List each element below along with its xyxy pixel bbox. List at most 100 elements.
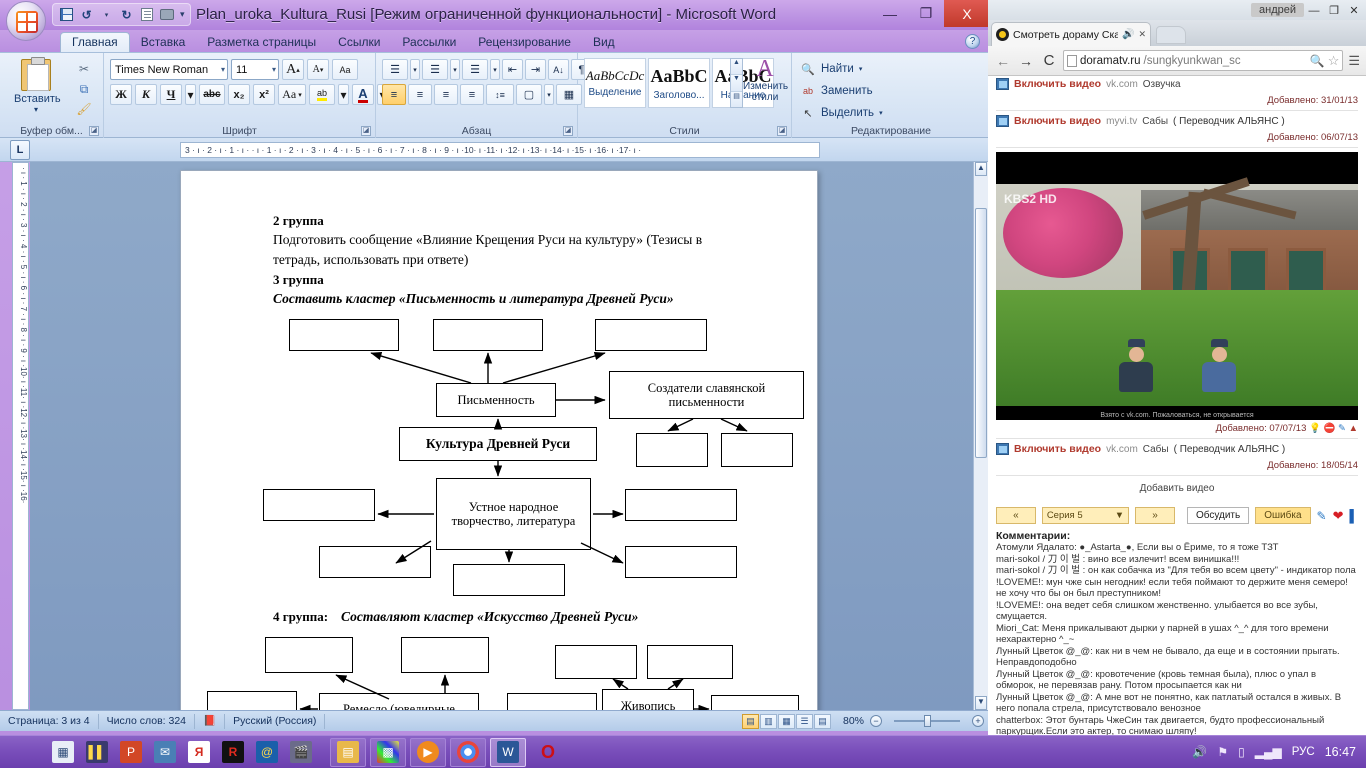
cluster-node-remeslo[interactable]: Ремесло (ювелирные [319,693,479,710]
tab-stop-selector[interactable]: L [10,140,30,160]
chevron-down-icon[interactable]: ▾ [298,91,302,99]
cluster-node-folklore[interactable]: Устное народное творчество, литература [436,478,591,550]
align-center-button[interactable]: ≡ [408,84,432,105]
replace-button[interactable]: ab Заменить [800,83,873,99]
change-case-button[interactable]: Aa ▾ [278,84,306,105]
start-button[interactable] [0,736,30,768]
shading-caret-icon[interactable]: ▾ [544,84,554,105]
bullets-button[interactable]: ☰ [382,59,408,80]
video-row[interactable]: Включить видео vk.com Сабы ( Переводчик … [988,439,1366,459]
reader-icon[interactable]: R [222,741,244,763]
restore-button[interactable]: ❐ [908,0,944,27]
grow-font-button[interactable]: A ▴ [282,59,304,80]
battery-icon[interactable]: ▯ [1238,745,1245,759]
language-indicator[interactable]: РУС [1292,746,1315,758]
save-button[interactable] [58,6,75,23]
tab-home[interactable]: Главная [60,32,130,52]
help-icon[interactable]: ? [965,34,980,49]
browser-close-button[interactable]: ✕ [1344,0,1364,22]
scrollbar-thumb[interactable] [975,208,987,458]
cluster-empty-box[interactable] [401,637,489,673]
zoom-slider[interactable] [882,714,972,728]
cluster-empty-box[interactable] [555,645,637,679]
undo-button[interactable]: ↺ [78,6,95,23]
styles-expand-icon[interactable]: ▤ [731,91,742,107]
video-row[interactable]: Включить видео myvi.tv Сабы ( Переводчик… [988,111,1366,131]
status-language[interactable]: Русский (Россия) [225,713,326,729]
document-page[interactable]: 2 группа Подготовить сообщение «Влияние … [180,170,818,710]
error-button[interactable]: Ошибка [1255,507,1311,524]
zoom-out-button[interactable]: − [870,715,882,727]
shrink-font-button[interactable]: A ▾ [307,59,329,80]
zoom-level[interactable]: 80% [837,715,870,727]
upload-icon[interactable]: ▲ [1349,423,1358,434]
tab-references[interactable]: Ссылки [327,33,391,52]
document-scrollbar[interactable]: ▲ ▼ [973,162,988,710]
cluster-empty-box[interactable] [433,319,543,351]
bullets-caret-icon[interactable]: ▾ [410,59,420,80]
chevron-down-icon[interactable]: ▾ [268,65,276,74]
shading-button[interactable]: ▢ [516,84,542,105]
heart-icon[interactable]: ❤ [1333,508,1344,524]
tab-page-layout[interactable]: Разметка страницы [196,33,327,52]
styles-scroll[interactable]: ▲ ▼ ▤ [730,58,743,108]
paste-button[interactable]: Вставить ▾ [14,57,61,114]
task-word[interactable]: W [490,737,526,767]
select-caret-icon[interactable]: ▾ [879,109,883,117]
add-video-link[interactable]: Добавить видео [988,476,1366,501]
cluster-empty-box[interactable] [625,489,737,521]
status-page[interactable]: Страница: 3 из 4 [0,713,99,729]
cluster-node-creators[interactable]: Создатели славянской письменности [609,371,804,419]
powerpoint-icon[interactable]: P [120,741,142,763]
cluster-empty-box[interactable] [625,546,737,578]
horizontal-ruler[interactable]: 3 · ı · 2 · ı · 1 · ı · · ı · 1 · ı · 2 … [180,142,820,158]
font-name-combo[interactable]: Times New Roman ▾ [110,59,228,80]
task-opera[interactable]: O [530,738,566,767]
font-color-button[interactable]: A [352,84,374,105]
video-enable-label[interactable]: Включить видео [1014,443,1101,455]
cluster-empty-box[interactable] [507,693,597,710]
styles-scroll-up-icon[interactable]: ▲ [731,59,742,76]
mail-icon[interactable]: ✉ [154,741,176,763]
styles-scroll-down-icon[interactable]: ▼ [731,75,742,92]
decrease-indent-button[interactable]: ⇤ [502,59,523,80]
paste-caret-icon[interactable]: ▾ [14,105,58,114]
strikethrough-button[interactable]: abc [199,84,225,105]
cluster-empty-box[interactable] [263,489,375,521]
print-button[interactable] [158,6,175,23]
tab-close-icon[interactable]: ✕ [1138,29,1146,40]
flag-icon[interactable]: ⚑ [1217,745,1228,759]
multilevel-list-button[interactable]: ☰ [462,59,488,80]
increase-indent-button[interactable]: ⇥ [525,59,546,80]
status-word-count[interactable]: Число слов: 324 [99,713,196,729]
discuss-button[interactable]: Обсудить [1186,507,1250,524]
view-web-layout-button[interactable]: ▦ [777,713,795,729]
task-chrome[interactable] [450,737,486,767]
reload-icon[interactable]: C [1040,52,1058,70]
undo-caret-icon[interactable]: ▾ [98,6,115,23]
copy-button[interactable]: ⧉ [73,79,95,99]
underline-button[interactable]: Ч [160,84,182,105]
episode-select[interactable]: Серия 5 ▼ [1041,507,1130,524]
office-button[interactable] [6,1,46,41]
calculator-icon[interactable]: ▦ [52,741,74,763]
cluster-empty-box[interactable] [289,319,399,351]
cluster-empty-box[interactable] [636,433,708,467]
next-episode-button[interactable]: » [1135,507,1175,524]
video-enable-label[interactable]: Включить видео [1014,78,1101,90]
font-dialog-launcher[interactable]: ◪ [361,126,371,136]
cluster-empty-box[interactable] [319,546,431,578]
cluster-empty-box[interactable] [265,637,353,673]
find-caret-icon[interactable]: ▾ [859,65,863,73]
style-item-heading[interactable]: AaBbC Заголово... [648,58,710,108]
yandex-icon[interactable]: Я [188,741,210,763]
redo-button[interactable]: ↻ [118,6,135,23]
highlight-caret-icon[interactable]: ▾ [338,84,349,105]
zoom-magnifier-icon[interactable]: 🔍 [1310,54,1325,68]
clear-formatting-button[interactable]: Aa [332,59,358,80]
cluster-node-center[interactable]: Культура Древней Руси [399,427,597,461]
tab-mailings[interactable]: Рассылки [391,33,467,52]
media-icon[interactable]: ▌▌ [86,741,108,763]
scroll-down-icon[interactable]: ▼ [975,696,987,710]
back-icon[interactable]: ← [994,52,1012,70]
